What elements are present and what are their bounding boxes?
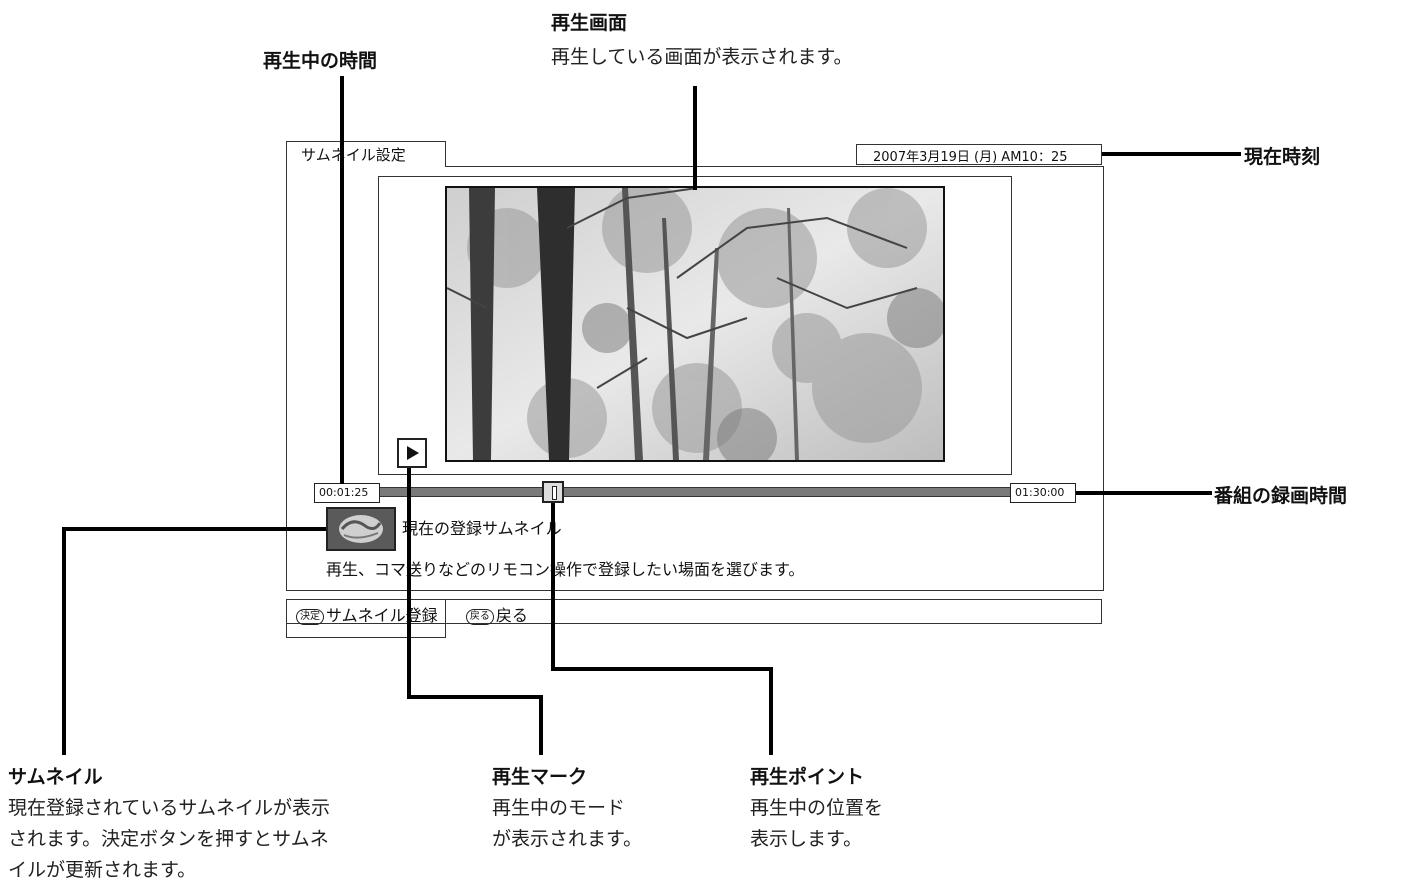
instruction-text: 再生、コマ送りなどのリモコン操作で登録したい場面を選びます。 — [326, 560, 805, 579]
register-thumbnail-button[interactable]: 決定 サムネイル登録 — [296, 606, 443, 625]
leader-line-playback-time — [340, 76, 344, 484]
thumbnail-image — [326, 507, 396, 551]
leader-line-play-mark-h — [407, 695, 543, 699]
footer-actions: 決定 サムネイル登録 戻る 戻る — [296, 602, 528, 626]
progress-track — [378, 487, 1012, 497]
recording-time: 01:30:00 — [1010, 483, 1076, 503]
callout-play-point: 再生ポイント 再生中の位置を 表示します。 — [750, 762, 970, 855]
leader-line-playback-screen — [693, 86, 697, 190]
back-key-icon: 戻る — [465, 609, 494, 625]
callout-current-time-title: 現在時刻 — [1244, 146, 1321, 168]
leader-line-recording-time — [1076, 491, 1212, 495]
callout-playback-screen-title: 再生画面 — [551, 12, 628, 34]
callout-playback-time-title: 再生中の時間 — [263, 50, 378, 72]
forest-image — [447, 188, 943, 460]
leader-line-play-mark-v2 — [539, 695, 543, 755]
callout-playback-screen-desc: 再生している画面が表示されます。 — [551, 46, 853, 68]
callout-play-point-desc-1: 再生中の位置を — [750, 797, 884, 819]
callout-thumbnail-title: サムネイル — [8, 766, 103, 788]
leader-line-thumbnail-v — [62, 527, 66, 755]
leader-line-play-mark-v1 — [407, 468, 411, 699]
callout-recording-time-title: 番組の録画時間 — [1214, 485, 1348, 507]
callout-play-point-desc-2: 表示します。 — [750, 828, 863, 850]
playback-time: 00:01:25 — [314, 483, 380, 503]
callout-thumbnail: サムネイル 現在登録されているサムネイルが表示 されます。決定ボタンを押すとサム… — [8, 762, 448, 886]
leader-line-current-time — [1102, 152, 1241, 156]
leader-line-thumbnail-h — [62, 527, 326, 531]
callout-thumbnail-desc-2: されます。決定ボタンを押すとサムネ — [8, 828, 329, 850]
callout-play-mark-desc-2: が表示されます。 — [492, 828, 643, 850]
back-label: 戻る — [495, 606, 528, 625]
playback-video — [445, 186, 945, 462]
back-button[interactable]: 戻る 戻る — [465, 606, 528, 625]
thumbnail-label: 現在の登録サムネイル — [402, 519, 562, 538]
leader-line-play-point-h — [551, 667, 773, 671]
leader-line-play-point-v1 — [551, 503, 555, 671]
callout-thumbnail-desc-3: イルが更新されます。 — [8, 859, 197, 881]
play-mark-icon — [397, 438, 427, 468]
play-point-marker[interactable] — [542, 481, 564, 503]
callout-play-mark-title: 再生マーク — [492, 766, 588, 788]
callout-play-mark-desc-1: 再生中のモード — [492, 797, 626, 819]
callout-thumbnail-desc-1: 現在登録されているサムネイルが表示 — [8, 797, 331, 819]
leader-line-play-point-v2 — [769, 667, 773, 755]
register-thumbnail-label: サムネイル登録 — [326, 606, 438, 625]
current-time-display: 2007年3月19日 (月) AM10：25 — [856, 144, 1102, 165]
callout-play-point-title: 再生ポイント — [750, 766, 865, 788]
callout-play-mark: 再生マーク 再生中のモード が表示されます。 — [492, 762, 712, 855]
panel-tab-title: サムネイル設定 — [286, 141, 446, 167]
ok-key-icon: 決定 — [296, 609, 324, 625]
